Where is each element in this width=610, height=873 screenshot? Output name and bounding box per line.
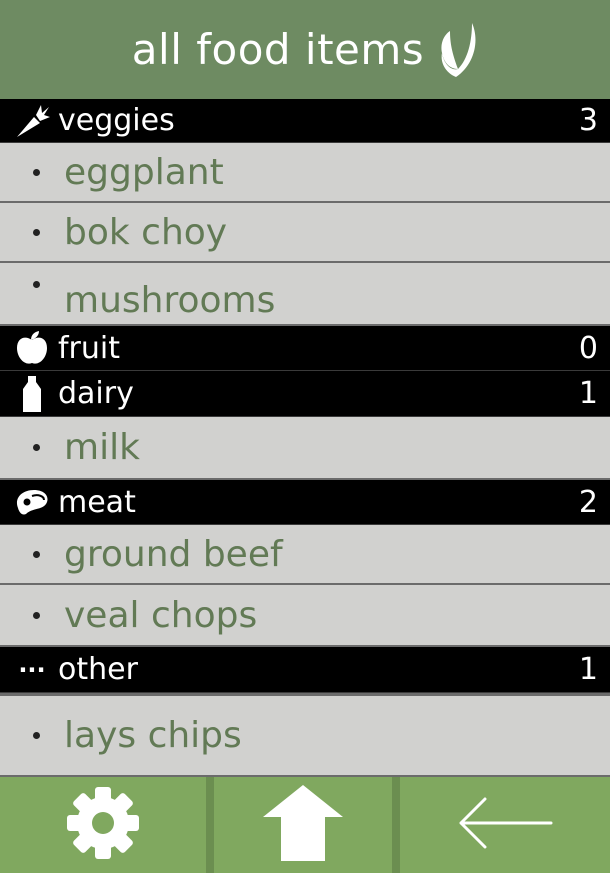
bottle-icon [14, 375, 50, 413]
list-item[interactable]: mushrooms [0, 263, 610, 326]
category-label: meat [58, 484, 136, 520]
ellipsis-icon: ··· [18, 655, 46, 684]
category-label: dairy [58, 376, 134, 411]
leaf-icon [438, 21, 478, 79]
category-meat[interactable]: meat 2 [0, 480, 610, 525]
item-label: veal chops [64, 594, 258, 636]
category-count: 1 [578, 376, 598, 411]
food-list-screen: all food items veggies 3 eggplant bok ch… [0, 0, 610, 873]
category-count: 1 [578, 652, 598, 687]
item-label: bok choy [64, 211, 228, 253]
home-button[interactable] [214, 777, 392, 873]
back-arrow-icon [455, 793, 555, 857]
category-count: 0 [578, 330, 598, 366]
apple-icon [14, 330, 50, 366]
category-count: 3 [578, 103, 598, 138]
category-dairy[interactable]: dairy 1 [0, 371, 610, 417]
item-label: ground beef [64, 533, 283, 575]
nav-divider [206, 777, 214, 873]
item-label: milk [64, 427, 140, 468]
category-label: fruit [58, 330, 121, 366]
category-other[interactable]: ··· other 1 [0, 647, 610, 693]
settings-button[interactable] [0, 777, 206, 873]
bullet [33, 550, 40, 558]
list-item[interactable]: bok choy [0, 203, 610, 263]
bullet [33, 444, 40, 451]
home-icon [261, 783, 345, 867]
bottom-nav [0, 777, 610, 873]
category-count: 2 [578, 484, 598, 520]
category-veggies[interactable]: veggies 3 [0, 99, 610, 143]
gear-icon [65, 785, 141, 865]
category-label: other [58, 652, 138, 687]
list-item[interactable]: eggplant [0, 143, 610, 203]
back-button[interactable] [400, 777, 610, 873]
list-item[interactable]: milk [0, 417, 610, 480]
carrot-icon [14, 103, 50, 139]
nav-divider [392, 777, 400, 873]
list-item[interactable]: lays chips [0, 693, 610, 777]
bullet [33, 611, 40, 619]
bullet [33, 168, 40, 176]
page-title: all food items [131, 25, 425, 74]
bullet [33, 732, 40, 739]
list-item[interactable]: veal chops [0, 585, 610, 647]
item-label: eggplant [64, 151, 224, 193]
header-bar: all food items [0, 0, 610, 99]
bullet [33, 281, 40, 288]
list-item[interactable]: ground beef [0, 525, 610, 585]
category-label: veggies [58, 103, 175, 138]
bullet [33, 228, 40, 236]
item-label: lays chips [64, 715, 242, 756]
item-label: mushrooms [64, 280, 276, 321]
category-fruit[interactable]: fruit 0 [0, 326, 610, 371]
steak-icon [14, 488, 50, 516]
